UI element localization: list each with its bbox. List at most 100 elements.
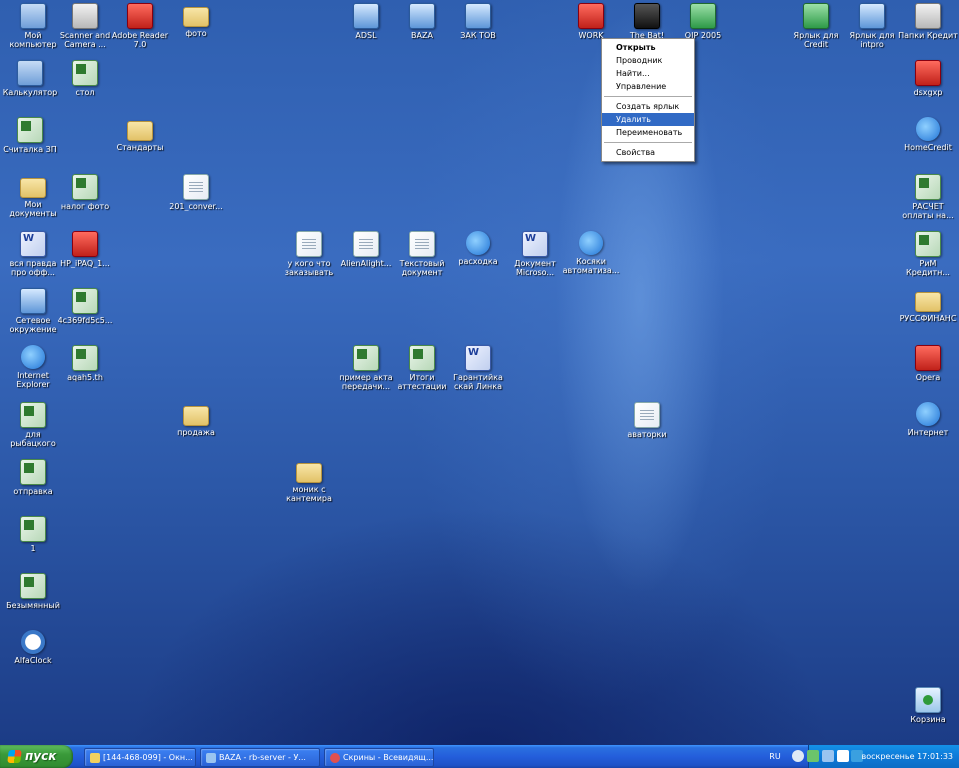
zp-calculator-shortcut[interactable]: Считалка ЗП	[0, 117, 60, 154]
201-convert-icon	[183, 174, 209, 200]
tray-keyboard-icon[interactable]	[837, 750, 849, 762]
raschet-shortcut[interactable]: РАСЧЕТ оплаты на...	[898, 174, 958, 220]
tray-qip-icon[interactable]	[807, 750, 819, 762]
start-button[interactable]: пуск	[0, 745, 73, 768]
icon-label: Косяки автоматиза...	[562, 257, 620, 275]
icon-label: стол	[75, 88, 95, 97]
language-indicator[interactable]: RU	[768, 751, 782, 762]
stol-shortcut[interactable]: стол	[55, 60, 115, 97]
zp-calculator-icon	[17, 117, 43, 143]
adsl-icon	[353, 3, 379, 29]
rim-credit-shortcut[interactable]: РиМ Кредитн...	[898, 231, 958, 277]
menu-item[interactable]: Найти...	[602, 67, 694, 80]
dsxgxp-icon	[915, 60, 941, 86]
itogi-shortcut[interactable]: Итоги аттестации	[392, 345, 452, 391]
icon-label: налог фото	[60, 202, 110, 211]
network-shortcut[interactable]: Сетевое окружение	[3, 288, 63, 334]
desktop: Мой компьютер Scanner and Camera ... Adobe…	[0, 0, 959, 745]
alienalight-shortcut[interactable]: AlienAlight...	[336, 231, 396, 268]
internet-explorer-icon	[21, 345, 45, 369]
text-doc-shortcut[interactable]: Текстовый документ	[392, 231, 452, 277]
dlya-rybackogo-shortcut[interactable]: для рыбацкого	[3, 402, 63, 448]
clock[interactable]: воскресенье 17:01:33	[862, 745, 954, 768]
intpro-shortcut-shortcut[interactable]: Ярлык для intpro	[842, 3, 902, 49]
word-doc-shortcut[interactable]: Документ Microso...	[505, 231, 565, 277]
icon-label: Сетевое окружение	[9, 316, 57, 334]
nalog-photo-shortcut[interactable]: налог фото	[55, 174, 115, 211]
monik-folder-shortcut[interactable]: моник с кантемира	[279, 459, 339, 503]
my-computer-shortcut[interactable]: Мой компьютер	[3, 3, 63, 49]
otpravka-icon	[20, 459, 46, 485]
vsya-pravda-shortcut[interactable]: вся правда про офф...	[3, 231, 63, 277]
dsxgxp-shortcut[interactable]: dsxgxp	[898, 60, 958, 97]
avatorki-shortcut[interactable]: аваторки	[617, 402, 677, 439]
menu-item[interactable]: Создать ярлык	[602, 100, 694, 113]
taskbar-button-baza[interactable]: BAZA - rb-server - У...	[200, 748, 320, 767]
credit-folders-shortcut[interactable]: Папки Кредит	[898, 3, 958, 40]
icon-label: Adobe Reader 7.0	[111, 31, 169, 49]
menu-item[interactable]: Переименовать	[602, 126, 694, 139]
menu-item[interactable]: Управление	[602, 80, 694, 93]
qip-icon	[690, 3, 716, 29]
my-documents-shortcut[interactable]: Мои документы	[3, 174, 63, 218]
tray-network-icon[interactable]	[822, 750, 834, 762]
nalog-photo-icon	[72, 174, 98, 200]
aqah5-shortcut[interactable]: aqah5.th	[55, 345, 115, 382]
scanner-camera-shortcut[interactable]: Scanner and Camera ...	[55, 3, 115, 49]
menu-item[interactable]: Удалить	[602, 113, 694, 126]
4c369-shortcut[interactable]: 4c369fd5c5...	[55, 288, 115, 325]
dlya-rybackogo-icon	[20, 402, 46, 428]
zak-tov-shortcut[interactable]: ЗАК ТОВ	[448, 3, 508, 40]
icon-label: моник с кантемира	[286, 485, 332, 503]
primer-akta-shortcut[interactable]: пример акта передачи...	[336, 345, 396, 391]
otpravka-shortcut[interactable]: отправка	[3, 459, 63, 496]
work-shortcut[interactable]: WORK	[561, 3, 621, 40]
menu-item[interactable]: Открыть	[602, 41, 694, 54]
baza-shortcut[interactable]: BAZA	[392, 3, 452, 40]
icon-label: HP_iPAQ_1...	[60, 259, 110, 268]
raskhodka-shortcut[interactable]: расходка	[448, 231, 508, 266]
vsya-pravda-icon	[20, 231, 46, 257]
taskbar-button-label: BAZA - rb-server - У...	[219, 753, 306, 762]
prodazha-folder-shortcut[interactable]: продажа	[166, 402, 226, 437]
standards-folder-shortcut[interactable]: Стандарты	[110, 117, 170, 152]
qip-shortcut[interactable]: QIP 2005	[673, 3, 733, 40]
russfinans-folder-shortcut[interactable]: РУССФИНАНС	[898, 288, 958, 323]
word-doc-icon	[522, 231, 548, 257]
baza-icon	[409, 3, 435, 29]
icon-label: Папки Кредит	[898, 31, 958, 40]
garantiyka-shortcut[interactable]: Гарантийка скай Линка	[448, 345, 508, 391]
internet-explorer-shortcut[interactable]: Internet Explorer	[3, 345, 63, 389]
window-icon	[90, 752, 100, 763]
taskbar-button-ammy[interactable]: [144-468-099] - Окн...	[84, 748, 196, 767]
tray-sound-icon[interactable]	[792, 750, 804, 762]
file-1-shortcut[interactable]: 1	[3, 516, 63, 553]
primer-akta-icon	[353, 345, 379, 371]
alfaclock-shortcut[interactable]: AlfaClock	[3, 630, 63, 665]
icon-label: вся правда про офф...	[9, 259, 57, 277]
opera-shortcut[interactable]: Opera	[898, 345, 958, 382]
homecredit-shortcut[interactable]: HomeCredit	[898, 117, 958, 152]
bezymyanny-shortcut[interactable]: Безымянный	[3, 573, 63, 610]
adobe-reader-shortcut[interactable]: Adobe Reader 7.0	[110, 3, 170, 49]
internet-shortcut[interactable]: Интернет	[898, 402, 958, 437]
taskbar-button-skriny[interactable]: Скрины - Всевидящ...	[324, 748, 434, 767]
u-kogo-shortcut[interactable]: у кого что заказывать	[279, 231, 339, 277]
icon-label: Интернет	[907, 428, 949, 437]
recycle-bin-shortcut[interactable]: Корзина	[898, 687, 958, 724]
menu-separator	[604, 142, 692, 143]
hp-ipaq-shortcut[interactable]: HP_iPAQ_1...	[55, 231, 115, 268]
menu-item[interactable]: Свойства	[602, 146, 694, 159]
network-icon	[20, 288, 46, 314]
201-convert-shortcut[interactable]: 201_conver...	[166, 174, 226, 211]
the-bat-shortcut[interactable]: The Bat!	[617, 3, 677, 40]
menu-separator	[604, 96, 692, 97]
adsl-shortcut[interactable]: ADSL	[336, 3, 396, 40]
menu-item[interactable]: Проводник	[602, 54, 694, 67]
kosyaki-shortcut[interactable]: Косяки автоматиза...	[561, 231, 621, 275]
icon-label: Мои документы	[9, 200, 57, 218]
credit-shortcut-shortcut[interactable]: Ярлык для Credit	[786, 3, 846, 49]
icon-label: Гарантийка скай Линка	[453, 373, 503, 391]
photo-folder-shortcut[interactable]: фото	[166, 3, 226, 38]
calculator-shortcut[interactable]: Калькулятор	[0, 60, 60, 97]
